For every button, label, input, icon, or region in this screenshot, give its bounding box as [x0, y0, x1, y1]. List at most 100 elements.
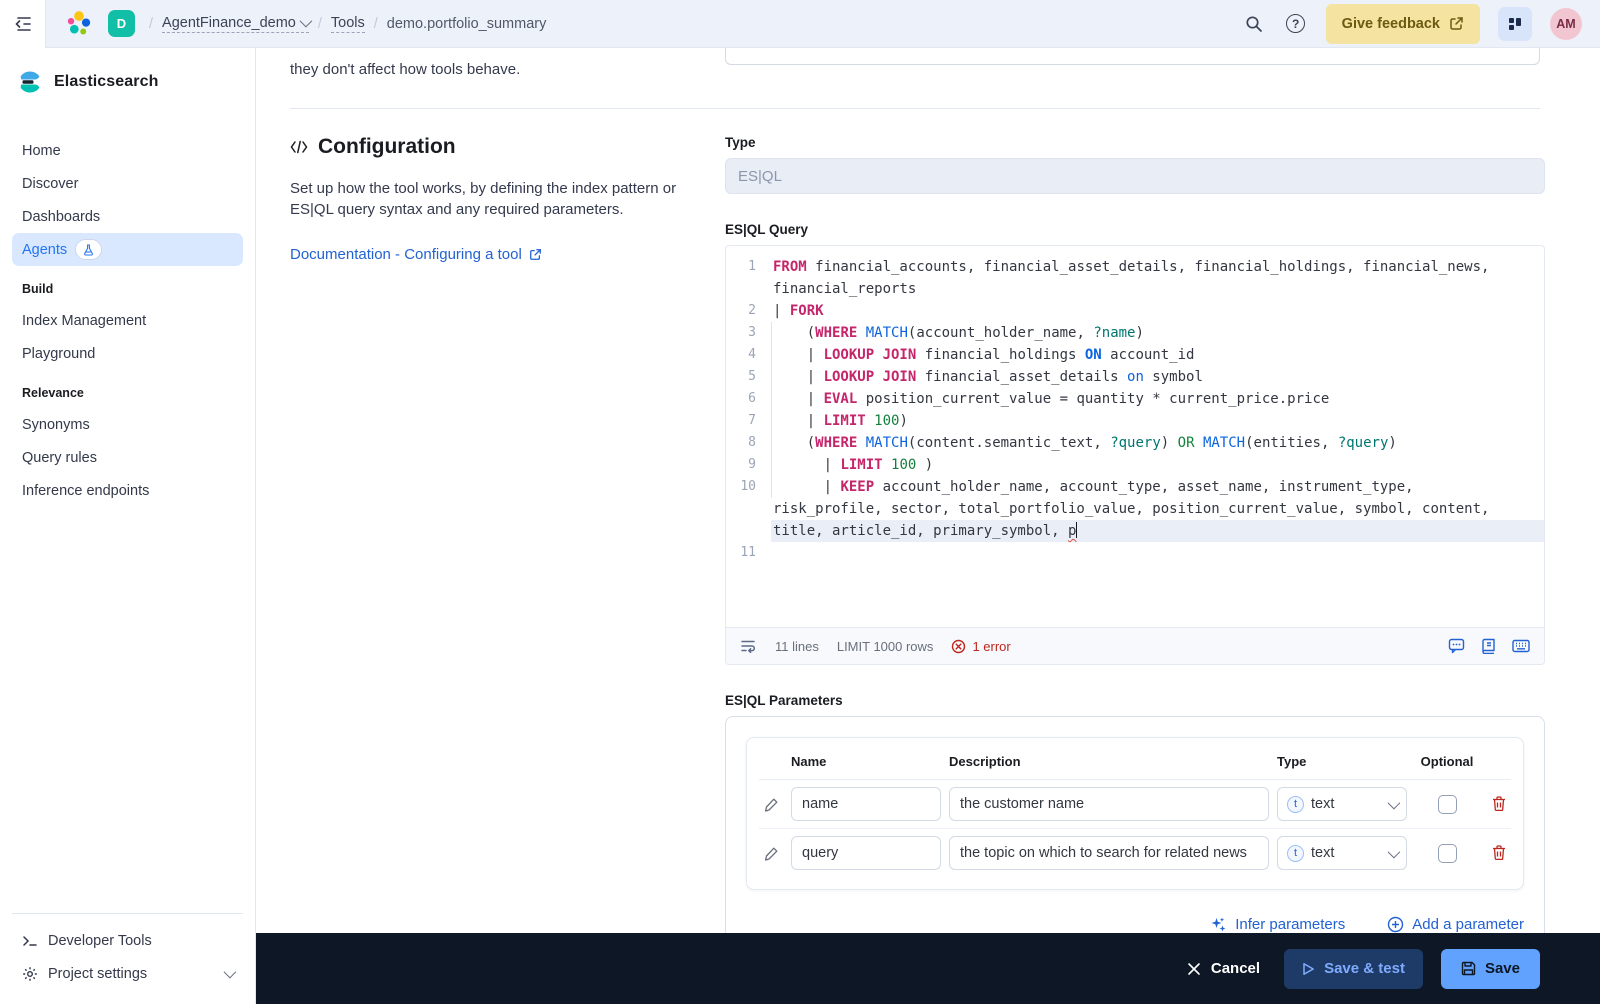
chevron-down-icon [1388, 796, 1401, 809]
configuration-form: Type ES|QL ES|QL Query 1FROM financial_a… [725, 135, 1545, 954]
sparkles-icon [1210, 916, 1227, 933]
documentation-link[interactable]: Documentation - Configuring a tool [290, 246, 542, 263]
sidebar-item-discover[interactable]: Discover [12, 167, 243, 200]
sidebar-item-inference-endpoints[interactable]: Inference endpoints [12, 474, 243, 507]
breadcrumb-tools[interactable]: Tools [331, 15, 365, 33]
sidebar-brand: Elasticsearch [12, 66, 243, 94]
parameter-description-input[interactable] [949, 787, 1269, 821]
code-line[interactable]: 6 | EVAL position_current_value = quanti… [726, 388, 1544, 410]
type-field: ES|QL [725, 158, 1545, 194]
keyboard-icon[interactable] [1512, 639, 1530, 653]
editor-footer: 11 lines LIMIT 1000 rows 1 error [726, 627, 1544, 664]
external-link-icon [1449, 16, 1464, 31]
flask-icon [83, 244, 94, 256]
code-icon [290, 139, 308, 155]
code-line[interactable]: 9 | LIMIT 100 ) [726, 454, 1544, 476]
esql-editor: 1FROM financial_accounts, financial_asse… [725, 245, 1545, 665]
breadcrumb-project[interactable]: AgentFinance_demo [162, 15, 309, 33]
code-line[interactable]: 2| FORK [726, 300, 1544, 322]
text-cursor [1076, 522, 1077, 538]
code-line[interactable]: 5 | LOOKUP JOIN financial_asset_details … [726, 366, 1544, 388]
sidebar-item-index-management[interactable]: Index Management [12, 304, 243, 337]
breadcrumb-separator: / [318, 16, 322, 32]
sidebar: Elasticsearch Home Discover Dashboards A… [0, 48, 256, 1004]
sidebar-item-playground[interactable]: Playground [12, 337, 243, 370]
save-button[interactable]: Save [1441, 949, 1540, 989]
project-badge[interactable]: D [108, 10, 135, 37]
give-feedback-button[interactable]: Give feedback [1326, 4, 1480, 44]
elastic-logo[interactable] [64, 9, 94, 39]
parameter-name-input[interactable] [791, 787, 941, 821]
sidebar-item-project-settings[interactable]: Project settings [12, 957, 243, 990]
optional-checkbox[interactable] [1438, 844, 1457, 863]
sidebar-item-query-rules[interactable]: Query rules [12, 441, 243, 474]
add-parameter-button[interactable]: Add a parameter [1387, 916, 1524, 933]
sidebar-item-home[interactable]: Home [12, 134, 243, 167]
chevron-down-icon [299, 15, 312, 28]
parameter-type-select[interactable]: t text [1277, 836, 1407, 870]
text-type-token-icon: t [1287, 845, 1304, 862]
infer-parameters-button[interactable]: Infer parameters [1210, 916, 1345, 933]
collapse-menu-icon [14, 16, 32, 32]
column-header-type: Type [1277, 754, 1407, 769]
edit-pencil-icon[interactable] [764, 797, 779, 812]
error-status[interactable]: 1 error [951, 639, 1010, 654]
sidebar-title: Elasticsearch [54, 73, 158, 91]
feedback-comment-icon[interactable] [1448, 638, 1465, 654]
word-wrap-icon[interactable] [740, 639, 757, 653]
apps-icon [1507, 16, 1523, 32]
delete-trash-icon[interactable] [1492, 845, 1506, 861]
parameters-rows: t text t text [759, 780, 1511, 877]
sidebar-item-dashboards[interactable]: Dashboards [12, 200, 243, 233]
column-header-description: Description [949, 754, 1269, 769]
esql-editor-lines[interactable]: 1FROM financial_accounts, financial_asse… [726, 246, 1544, 627]
optional-checkbox[interactable] [1438, 795, 1457, 814]
code-line[interactable]: 11 [726, 542, 1544, 564]
edit-pencil-icon[interactable] [764, 846, 779, 861]
apps-button[interactable] [1498, 7, 1532, 41]
breadcrumb-separator: / [374, 16, 378, 32]
help-button[interactable]: ? [1284, 12, 1308, 36]
delete-trash-icon[interactable] [1492, 796, 1506, 812]
section-divider [290, 108, 1540, 109]
parameter-name-input[interactable] [791, 836, 941, 870]
give-feedback-label: Give feedback [1342, 16, 1440, 32]
code-line[interactable]: 3 (WHERE MATCH(account_holder_name, ?nam… [726, 322, 1544, 344]
sidebar-item-developer-tools[interactable]: Developer Tools [12, 924, 243, 957]
plus-circle-icon [1387, 916, 1404, 933]
code-line[interactable]: 10 | KEEP account_holder_name, account_t… [726, 476, 1544, 498]
parameter-description-input[interactable] [949, 836, 1269, 870]
cancel-button[interactable]: Cancel [1187, 960, 1260, 977]
search-button[interactable] [1242, 12, 1266, 36]
parameter-type-value: text [1311, 845, 1334, 861]
chevron-down-icon [224, 966, 237, 979]
top-header: D / AgentFinance_demo / Tools / demo.por… [0, 0, 1600, 48]
play-icon [1302, 962, 1315, 976]
help-icon: ? [1286, 14, 1305, 33]
code-line[interactable]: 7 | LIMIT 100) [726, 410, 1544, 432]
parameters-header-row: Name Description Type Optional [759, 748, 1511, 780]
sidebar-item-synonyms[interactable]: Synonyms [12, 408, 243, 441]
code-line[interactable]: 8 (WHERE MATCH(content.semantic_text, ?q… [726, 432, 1544, 454]
code-line[interactable]: 1FROM financial_accounts, financial_asse… [726, 256, 1544, 278]
line-count: 11 lines [775, 639, 819, 654]
tech-preview-badge [75, 239, 102, 260]
avatar[interactable]: AM [1550, 8, 1582, 40]
parameters-panel: Name Description Type Optional t text t [725, 716, 1545, 954]
save-and-test-button[interactable]: Save & test [1284, 949, 1423, 989]
code-line[interactable]: risk_profile, sector, total_portfolio_va… [726, 498, 1544, 520]
collapse-sidebar-button[interactable] [0, 0, 46, 48]
code-line[interactable]: financial_reports [726, 278, 1544, 300]
sidebar-item-agents[interactable]: Agents [12, 233, 243, 266]
parameter-row: t text [759, 780, 1511, 829]
parameter-type-select[interactable]: t text [1277, 787, 1407, 821]
chevron-down-icon [1388, 845, 1401, 858]
external-link-icon [529, 248, 542, 261]
reference-book-icon[interactable] [1481, 638, 1496, 654]
text-type-token-icon: t [1287, 796, 1304, 813]
code-line[interactable]: 4 | LOOKUP JOIN financial_holdings ON ac… [726, 344, 1544, 366]
column-header-optional: Optional [1415, 754, 1479, 769]
breadcrumb-separator: / [149, 16, 153, 32]
code-line[interactable]: title, article_id, primary_symbol, p [726, 520, 1544, 542]
configuration-title: Configuration [318, 135, 456, 159]
